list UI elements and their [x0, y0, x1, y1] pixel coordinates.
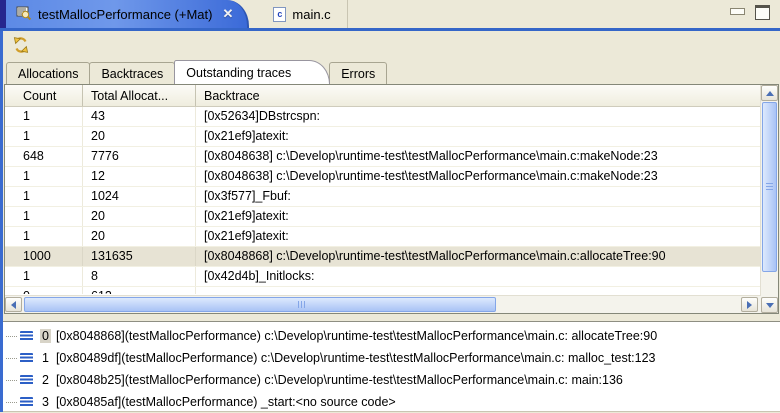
tree-connector: [6, 380, 17, 381]
refresh-icon[interactable]: [11, 35, 31, 55]
malloc-view-content: Allocations Backtraces Outstanding trace…: [0, 31, 780, 412]
table-row[interactable]: 1 8 [0x42d4b]_Initlocks:: [5, 267, 761, 287]
cell-total: 20: [83, 207, 196, 226]
tab-main-c[interactable]: c main.c: [263, 0, 347, 28]
cell-count: 1: [5, 227, 83, 246]
stack-frame-index: 0: [40, 329, 51, 343]
view-toolbar: [3, 31, 780, 59]
cell-total: 20: [83, 227, 196, 246]
trace-view-tabs: Allocations Backtraces Outstanding trace…: [3, 59, 780, 84]
table-row[interactable]: 1 20 [0x21ef9]atexit:: [5, 127, 761, 147]
cell-count: 1: [5, 267, 83, 286]
cell-backtrace: [0x3f577]_Fbuf:: [196, 187, 761, 206]
cell-total: 131635: [83, 247, 196, 266]
cell-backtrace: [0x21ef9]atexit:: [196, 127, 761, 146]
horizontal-scroll-thumb[interactable]: [24, 297, 496, 312]
cell-backtrace: [0x8048868] c:\Develop\runtime-test\test…: [196, 247, 761, 266]
cell-total: 20: [83, 127, 196, 146]
tab-testmallocperformance[interactable]: testMallocPerformance (+Mat) ✕: [6, 0, 249, 28]
chevron-up-icon: [766, 91, 774, 96]
cell-backtrace: [0x8048638] c:\Develop\runtime-test\test…: [196, 147, 761, 166]
column-header-backtrace[interactable]: Backtrace: [196, 85, 761, 106]
cell-count: 0: [5, 287, 83, 294]
stack-frame-icon: [20, 331, 33, 341]
stack-frame-text: [0x80489df](testMallocPerformance) c:\De…: [56, 351, 656, 365]
splitter-sash[interactable]: [3, 314, 780, 318]
column-header-count[interactable]: Count: [5, 85, 83, 106]
cell-backtrace: [196, 287, 761, 294]
stack-frame-item[interactable]: 0 [0x8048868](testMallocPerformance) c:\…: [3, 325, 780, 347]
cell-total: 8: [83, 267, 196, 286]
tab-outstanding-traces[interactable]: Outstanding traces: [174, 60, 330, 84]
backtrace-stack-panel: 0 [0x8048868](testMallocPerformance) c:\…: [3, 321, 780, 412]
table-row[interactable]: 1 43 [0x52634]DBstrcspn:: [5, 107, 761, 127]
cell-count: 1: [5, 207, 83, 226]
tab-allocations[interactable]: Allocations: [6, 62, 90, 84]
cell-count: 1000: [5, 247, 83, 266]
cell-count: 1: [5, 167, 83, 186]
cell-count: 648: [5, 147, 83, 166]
malloc-view-icon: [16, 5, 32, 24]
stack-frame-icon: [20, 375, 33, 385]
table-row[interactable]: 648 7776 [0x8048638] c:\Develop\runtime-…: [5, 147, 761, 167]
cell-total: 43: [83, 107, 196, 126]
table-row[interactable]: 1 1024 [0x3f577]_Fbuf:: [5, 187, 761, 207]
cell-backtrace: [0x8048638] c:\Develop\runtime-test\test…: [196, 167, 761, 186]
cell-total: 7776: [83, 147, 196, 166]
tab-backtraces[interactable]: Backtraces: [89, 62, 175, 84]
window-buttons: [730, 0, 780, 28]
tree-connector: [6, 336, 17, 337]
cell-count: 1: [5, 127, 83, 146]
tree-connector: [6, 402, 17, 403]
stack-frame-item[interactable]: 3 [0x80485af](testMallocPerformance) _st…: [3, 391, 780, 413]
table-header: Count Total Allocat... Backtrace: [5, 85, 761, 107]
table-row-selected[interactable]: 1000 131635 [0x8048868] c:\Develop\runti…: [5, 247, 761, 267]
cell-backtrace: [0x21ef9]atexit:: [196, 207, 761, 226]
vertical-scroll-thumb[interactable]: [762, 102, 777, 272]
chevron-down-icon: [766, 303, 774, 308]
cell-backtrace: [0x52634]DBstrcspn:: [196, 107, 761, 126]
table-row[interactable]: 0 612: [5, 287, 761, 294]
stack-frame-index: 3: [40, 395, 51, 409]
cell-total: 612: [83, 287, 196, 294]
vertical-scrollbar[interactable]: [760, 85, 778, 313]
chevron-right-icon: [747, 301, 752, 309]
table-row[interactable]: 1 12 [0x8048638] c:\Develop\runtime-test…: [5, 167, 761, 187]
stack-frame-item[interactable]: 2 [0x8048b25](testMallocPerformance) c:\…: [3, 369, 780, 391]
horizontal-scrollbar[interactable]: [5, 295, 761, 313]
table-body: 1 43 [0x52634]DBstrcspn: 1 20 [0x21ef9]a…: [5, 107, 761, 294]
cell-total: 12: [83, 167, 196, 186]
tree-connector: [6, 358, 17, 359]
cell-count: 1: [5, 107, 83, 126]
stack-frame-item[interactable]: 1 [0x80489df](testMallocPerformance) c:\…: [3, 347, 780, 369]
scroll-up-button[interactable]: [761, 85, 778, 101]
cell-total: 1024: [83, 187, 196, 206]
scroll-down-button[interactable]: [761, 297, 778, 313]
column-header-total-allocated[interactable]: Total Allocat...: [83, 85, 196, 106]
table-row[interactable]: 1 20 [0x21ef9]atexit:: [5, 227, 761, 247]
stack-frame-icon: [20, 397, 33, 407]
maximize-icon[interactable]: [755, 5, 770, 20]
stack-frame-index: 2: [40, 373, 51, 387]
table-row[interactable]: 1 20 [0x21ef9]atexit:: [5, 207, 761, 227]
stack-frame-text: [0x8048b25](testMallocPerformance) c:\De…: [56, 373, 623, 387]
scroll-left-button[interactable]: [5, 297, 22, 312]
stack-frame-text: [0x8048868](testMallocPerformance) c:\De…: [56, 329, 657, 343]
cell-backtrace: [0x42d4b]_Initlocks:: [196, 267, 761, 286]
chevron-left-icon: [11, 301, 16, 309]
tab-errors[interactable]: Errors: [329, 62, 387, 84]
stack-frame-icon: [20, 353, 33, 363]
cell-backtrace: [0x21ef9]atexit:: [196, 227, 761, 246]
active-tab-label: testMallocPerformance (+Mat): [38, 7, 212, 22]
editor-tab-bar: testMallocPerformance (+Mat) ✕ c main.c: [0, 0, 780, 28]
stack-frame-index: 1: [40, 351, 51, 365]
stack-frame-text: [0x80485af](testMallocPerformance) _star…: [56, 395, 396, 409]
main-c-tab-label: main.c: [292, 7, 330, 22]
c-file-icon: c: [273, 7, 286, 22]
cell-count: 1: [5, 187, 83, 206]
close-icon[interactable]: ✕: [222, 6, 233, 22]
scroll-right-button[interactable]: [741, 297, 758, 312]
outstanding-traces-table: Count Total Allocat... Backtrace 1 43 [0…: [4, 84, 779, 314]
minimize-icon[interactable]: [730, 8, 745, 15]
